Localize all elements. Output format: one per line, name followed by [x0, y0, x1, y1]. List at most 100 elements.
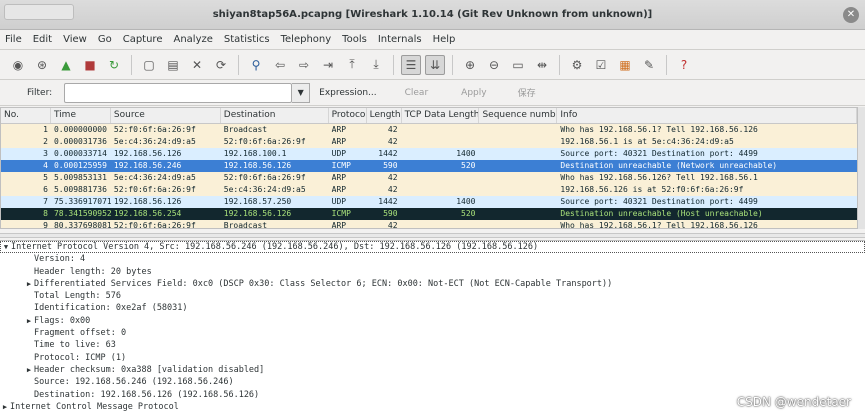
packet-cell-seq	[479, 160, 557, 172]
menu-view[interactable]: View	[63, 34, 87, 45]
menu-go[interactable]: Go	[98, 34, 112, 45]
reload-file-icon[interactable]: ⟳	[211, 55, 231, 75]
detail-line[interactable]: Identification: 0xe2af (58031)	[0, 302, 865, 314]
collapsed-arrow-icon[interactable]: ▶	[0, 401, 10, 413]
colorize-icon[interactable]: ☰	[401, 54, 421, 75]
packet-cell-time: 75.336917071	[53, 197, 111, 206]
packet-cell-time: 80.337698081	[53, 221, 111, 229]
menu-edit[interactable]: Edit	[33, 34, 52, 45]
column-header[interactable]: Protoco	[329, 108, 367, 123]
save-filter-button[interactable]: 保存	[518, 86, 536, 99]
menu-capture[interactable]: Capture	[123, 34, 163, 45]
column-header[interactable]: Destination	[221, 108, 329, 123]
capture-filters-icon[interactable]: ⚙	[567, 55, 587, 75]
help-icon[interactable]: ?	[674, 55, 694, 75]
packet-row[interactable]: 3 0.000033714 192.168.56.126 192.168.100.1 U…	[1, 148, 857, 160]
detail-line[interactable]: ▼ Internet Protocol Version 4, Src: 192.1…	[0, 241, 865, 254]
column-header[interactable]: Time	[51, 108, 111, 123]
expanded-arrow-icon[interactable]: ▼	[1, 241, 11, 253]
go-first-icon[interactable]: ⤒	[342, 55, 362, 75]
packet-list-scrollbar[interactable]	[858, 107, 865, 229]
save-file-icon[interactable]: ▤	[163, 55, 183, 75]
packet-row[interactable]: 9 80.337698081 52:f0:6f:6a:26:9f Broadcast A…	[1, 220, 857, 229]
packet-row[interactable]: 1 0.000000000 52:f0:6f:6a:26:9f Broadcast AR…	[1, 124, 857, 136]
close-file-icon[interactable]: ✕	[187, 55, 207, 75]
packet-cell-dst: 192.168.100.1	[223, 149, 287, 158]
normal-size-icon[interactable]: ▭	[508, 55, 528, 75]
packet-list[interactable]: No. Time Source Destination Protoco Length TCP…	[0, 107, 858, 229]
window-titlebar: shiyan8tap56A.pcapng [Wireshark 1.10.14 …	[0, 0, 865, 30]
collapsed-arrow-icon[interactable]: ▶	[24, 364, 34, 376]
packet-row[interactable]: 2 0.000031736 5e:c4:36:24:d9:a5 52:f0:6f:6a…	[1, 136, 857, 148]
column-header[interactable]: Info	[557, 108, 857, 123]
collapsed-arrow-icon[interactable]: ▶	[24, 315, 34, 327]
detail-line[interactable]: ▶ Internet Control Message Protocol	[0, 401, 865, 413]
start-capture-icon[interactable]: ▲	[56, 55, 76, 75]
go-to-packet-icon[interactable]: ⇥	[318, 55, 338, 75]
go-last-icon[interactable]: ⤓	[366, 55, 386, 75]
clear-button[interactable]: Clear	[405, 88, 429, 98]
packet-cell-src: 5e:c4:36:24:d9:a5	[113, 173, 196, 182]
column-header[interactable]: Length	[367, 108, 402, 123]
interface-list-icon[interactable]: ◉	[8, 55, 28, 75]
detail-line[interactable]: Total Length: 576	[0, 290, 865, 302]
column-header[interactable]: Sequence numbe	[479, 108, 558, 123]
capture-options-icon[interactable]: ⊛	[32, 55, 52, 75]
find-packet-icon[interactable]: ⚲	[246, 55, 266, 75]
menu-file[interactable]: File	[5, 34, 22, 45]
packet-cell-tcp: 520	[461, 209, 476, 218]
detail-text: Differentiated Services Field: 0xc0 (DSC…	[34, 278, 613, 289]
packet-cell-len: 1442	[378, 149, 398, 158]
expression-button[interactable]: Expression...	[319, 88, 376, 98]
coloring-rules-icon[interactable]: ▦	[615, 55, 635, 75]
resize-columns-icon[interactable]: ⇹	[532, 55, 552, 75]
apply-button[interactable]: Apply	[461, 88, 486, 98]
packet-row[interactable]: 8 78.341590952 192.168.56.254 192.168.56.12…	[1, 208, 857, 220]
packet-cell-dst: 52:f0:6f:6a:26:9f	[223, 173, 306, 182]
auto-scroll-icon[interactable]: ⇊	[425, 54, 445, 75]
detail-line[interactable]: Version: 4	[0, 253, 865, 265]
packet-details[interactable]: ▼ Internet Protocol Version 4, Src: 192.1…	[0, 240, 865, 417]
go-back-icon[interactable]: ⇦	[270, 55, 290, 75]
zoom-out-icon[interactable]: ⊖	[484, 55, 504, 75]
packet-list-header: No. Time Source Destination Protoco Length TCP…	[1, 108, 857, 124]
collapsed-arrow-icon[interactable]: ▶	[24, 278, 34, 290]
detail-line[interactable]: ▶ Header checksum: 0xa388 [validation dis…	[0, 364, 865, 376]
restart-capture-icon[interactable]: ↻	[104, 55, 124, 75]
packet-row[interactable]: 7 75.336917071 192.168.56.126 192.168.57.25…	[1, 196, 857, 208]
zoom-in-icon[interactable]: ⊕	[460, 55, 480, 75]
column-header[interactable]: No.	[1, 108, 51, 123]
menu-tools[interactable]: Tools	[342, 34, 367, 45]
column-header[interactable]: Source	[111, 108, 221, 123]
stop-capture-icon[interactable]: ■	[80, 55, 100, 75]
detail-line[interactable]: Fragment offset: 0	[0, 327, 865, 339]
detail-line[interactable]: ▶ Flags: 0x00	[0, 315, 865, 327]
column-header[interactable]: TCP Data Length	[402, 108, 480, 123]
packet-cell-len: 42	[387, 173, 398, 182]
menu-statistics[interactable]: Statistics	[224, 34, 270, 45]
close-icon[interactable]: ✕	[843, 7, 859, 23]
packet-row[interactable]: 5 5.009853131 5e:c4:36:24:d9:a5 52:f0:6f:6a…	[1, 172, 857, 184]
packet-row[interactable]: 4 0.000125959 192.168.56.246 192.168.56.126…	[1, 160, 857, 172]
go-forward-icon[interactable]: ⇨	[294, 55, 314, 75]
watermark: CSDN @wendetaer	[736, 395, 851, 409]
menu-internals[interactable]: Internals	[378, 34, 422, 45]
filter-input[interactable]	[64, 82, 293, 103]
display-filters-icon[interactable]: ☑	[591, 55, 611, 75]
detail-line[interactable]: Time to live: 63	[0, 339, 865, 351]
menu-analyze[interactable]: Analyze	[173, 34, 212, 45]
menu-help[interactable]: Help	[433, 34, 456, 45]
filter-dropdown-icon[interactable]: ▼	[292, 82, 311, 103]
detail-line[interactable]: Source: 192.168.56.246 (192.168.56.246)	[0, 376, 865, 388]
pane-divider[interactable]	[0, 233, 865, 238]
preferences-icon[interactable]: ✎	[639, 55, 659, 75]
packet-row[interactable]: 6 5.009881736 52:f0:6f:6a:26:9f 5e:c4:36:24…	[1, 184, 857, 196]
open-file-icon[interactable]: ▢	[139, 55, 159, 75]
packet-cell-len: 42	[387, 137, 398, 146]
packet-cell-tcp	[402, 136, 480, 148]
detail-line[interactable]: Protocol: ICMP (1)	[0, 352, 865, 364]
detail-line[interactable]: Destination: 192.168.56.126 (192.168.56.…	[0, 389, 865, 401]
detail-line[interactable]: ▶ Differentiated Services Field: 0xc0 (DS…	[0, 278, 865, 290]
detail-line[interactable]: Header length: 20 bytes	[0, 266, 865, 278]
menu-telephony[interactable]: Telephony	[281, 34, 332, 45]
